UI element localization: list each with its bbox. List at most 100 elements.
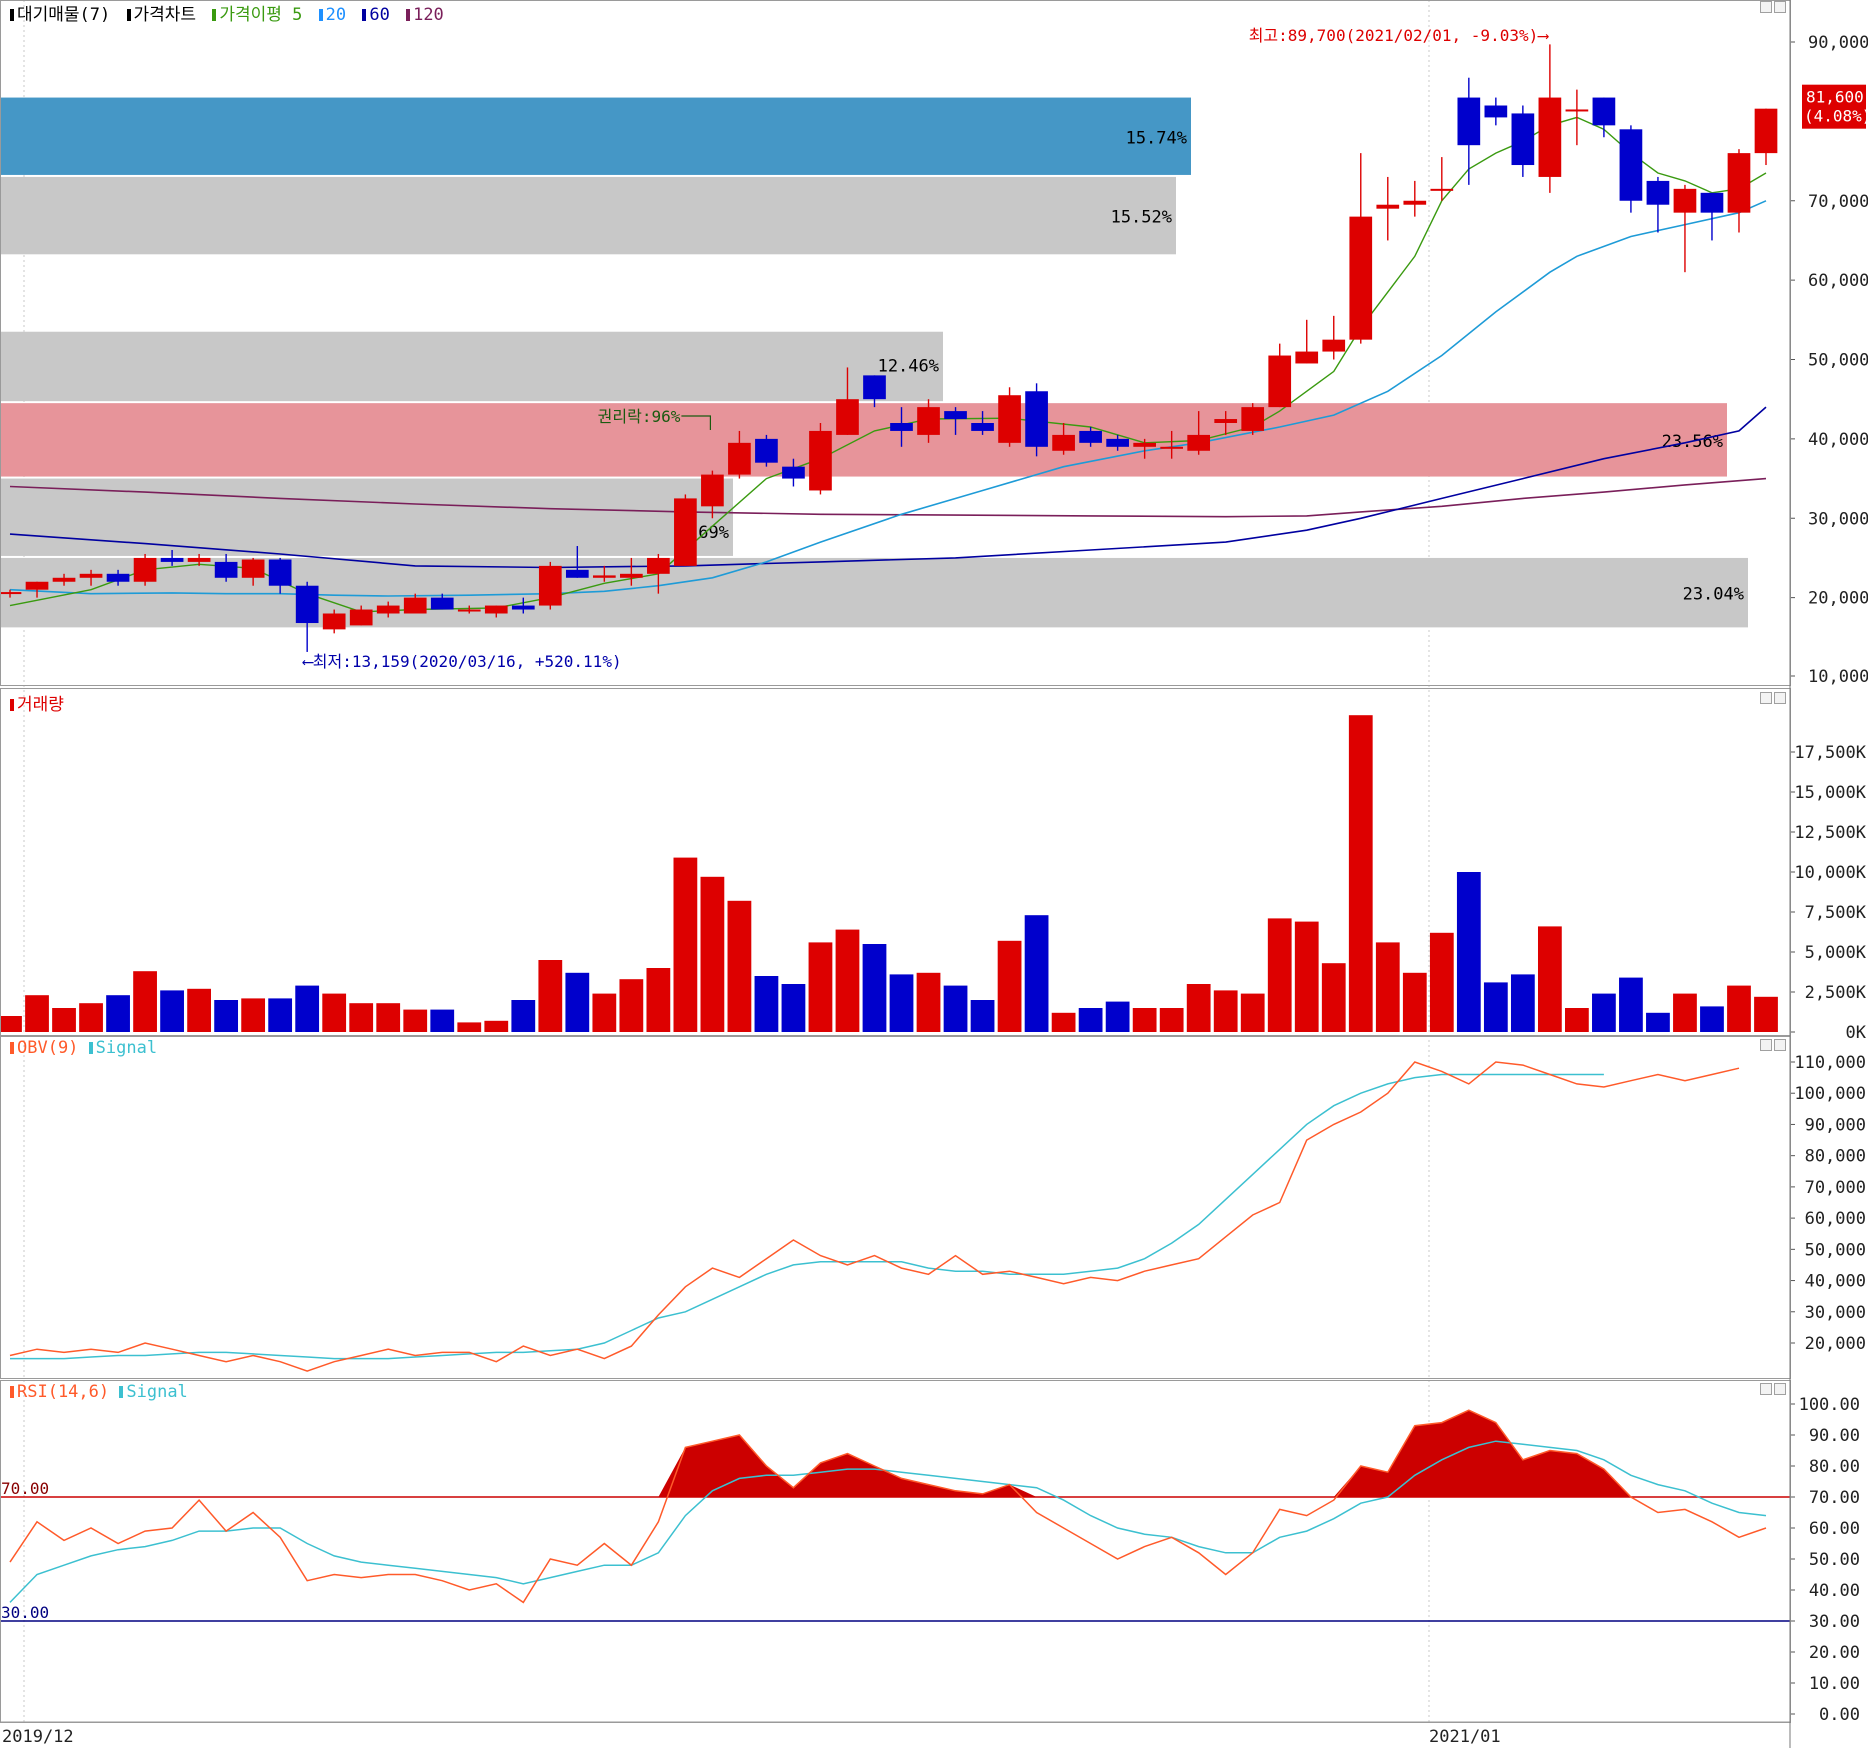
volume-panel-close-button[interactable] [1774, 692, 1786, 704]
volume-bar [106, 995, 130, 1032]
price-axis-label: 30,000 [1808, 509, 1868, 529]
price-panel-close-button[interactable] [1774, 1, 1786, 13]
rsi-lower-label: 30.00 [1, 1603, 49, 1622]
candle [1403, 200, 1427, 205]
candle [1754, 108, 1778, 154]
price-axis-label: 20,000 [1808, 589, 1868, 609]
volume-bar [79, 1003, 103, 1032]
legend-item-ma5[interactable]: 가격이평 5 [206, 5, 302, 25]
candle [25, 581, 49, 590]
supply-zone-pct: 15.74% [1126, 128, 1187, 148]
candle [1376, 204, 1400, 209]
legend-item-ma120[interactable]: 120 [400, 5, 444, 25]
volume-bar [646, 968, 671, 1032]
obv-axis-label: 90,000 [1805, 1115, 1866, 1135]
volume-bar [1429, 932, 1454, 1032]
volume-axis-label: 7,500K [1805, 903, 1867, 923]
candle [457, 609, 481, 612]
obv-legend: OBV(9) Signal [4, 1038, 157, 1058]
rsi-axis-label: 20.00 [1809, 1643, 1860, 1663]
volume-bar [889, 974, 914, 1032]
volume-bar [781, 984, 806, 1032]
candle [1646, 180, 1670, 205]
volume-bar [1565, 1008, 1589, 1032]
candle [1052, 434, 1075, 451]
volume-bar [511, 1000, 536, 1032]
candle [674, 498, 697, 566]
volume-bar [1483, 982, 1508, 1032]
legend-item-price[interactable]: 가격차트 [121, 5, 196, 25]
obv-panel-minimize-button[interactable] [1760, 1039, 1772, 1051]
volume-bar [1132, 1008, 1157, 1032]
candle [1727, 153, 1751, 213]
rsi-axis-label: 50.00 [1809, 1550, 1860, 1570]
price-axis-label: 50,000 [1808, 351, 1868, 371]
chart-canvas[interactable]: 15.74%15.52%12.46%23.56%9.69%23.04% 최고:8… [0, 0, 1868, 1748]
volume-bar [376, 1003, 401, 1032]
obv-axis-label: 30,000 [1805, 1303, 1866, 1323]
candle [863, 375, 886, 400]
legend-item-obv[interactable]: OBV(9) [4, 1038, 78, 1058]
volume-bar [808, 942, 833, 1032]
volume-bar [457, 1022, 482, 1032]
legend-item-rsi-signal[interactable]: Signal [119, 1382, 188, 1402]
volume-bar [619, 979, 644, 1032]
volume-bar [754, 976, 779, 1032]
legend-item-ma20[interactable]: 20 [313, 5, 346, 25]
price-axis-label: 70,000 [1808, 192, 1868, 212]
candle [755, 438, 778, 463]
candle [538, 565, 562, 606]
volume-bar [538, 960, 563, 1032]
obv-panel-close-button[interactable] [1774, 1039, 1786, 1051]
obv-axis-label: 80,000 [1805, 1147, 1866, 1167]
x-axis-label-start: 2019/12 [2, 1727, 74, 1747]
volume-bar [565, 972, 590, 1032]
legend-item-obv-signal[interactable]: Signal [88, 1038, 157, 1058]
legend-item-rsi[interactable]: RSI(14,6) [4, 1382, 109, 1402]
candle [133, 557, 157, 582]
volume-bar [52, 1008, 76, 1032]
volume-axis-label: 2,500K [1805, 983, 1867, 1003]
legend-item-ma60[interactable]: 60 [356, 5, 390, 25]
rsi-axis-label: 10.00 [1809, 1674, 1860, 1694]
volume-bar [1619, 977, 1643, 1032]
candle [52, 577, 76, 582]
supply-zone-pct: 12.46% [878, 357, 939, 377]
candle [971, 423, 994, 431]
rsi-upper-label: 70.00 [1, 1479, 49, 1498]
price-axis-label: 90,000 [1808, 33, 1868, 53]
candle [836, 399, 859, 435]
candle [241, 559, 265, 578]
volume-panel-minimize-button[interactable] [1760, 692, 1772, 704]
candle [647, 557, 670, 574]
obv-axis-label: 110,000 [1794, 1053, 1866, 1073]
volume-bar [1348, 715, 1373, 1032]
last-price-label: 81,600 [1806, 88, 1864, 107]
candle [728, 442, 751, 475]
stock-chart-window: 15.74% 15.52% 12.46% 23.56% 9.69% 23.04% 최고:8… [0, 0, 1868, 1748]
volume-axis-label: 15,000K [1794, 783, 1866, 803]
price-panel-minimize-button[interactable] [1760, 1, 1772, 13]
candle [430, 597, 454, 610]
rsi-axis-label: 100.00 [1799, 1395, 1860, 1415]
candle [106, 573, 130, 582]
rsi-axis-label: 40.00 [1809, 1581, 1860, 1601]
rsi-axis-label: 0.00 [1819, 1705, 1860, 1725]
legend-item-supply[interactable]: 대기매물(7) [4, 5, 110, 25]
rsi-panel-minimize-button[interactable] [1760, 1383, 1772, 1395]
candle [1295, 351, 1319, 364]
candle [295, 585, 319, 624]
volume-bar [1537, 926, 1562, 1032]
rsi-panel-close-button[interactable] [1774, 1383, 1786, 1395]
volume-bar [322, 993, 347, 1032]
volume-bar [1213, 990, 1238, 1032]
candle [1241, 407, 1265, 431]
volume-bar [133, 971, 157, 1032]
candle [403, 597, 427, 614]
candle [1700, 192, 1724, 213]
volume-legend[interactable]: 거래량 [4, 690, 64, 715]
volume-bar [241, 998, 266, 1032]
volume-axis-label: 0K [1846, 1023, 1867, 1043]
volume-bar [1727, 985, 1751, 1032]
candle [1025, 391, 1048, 447]
